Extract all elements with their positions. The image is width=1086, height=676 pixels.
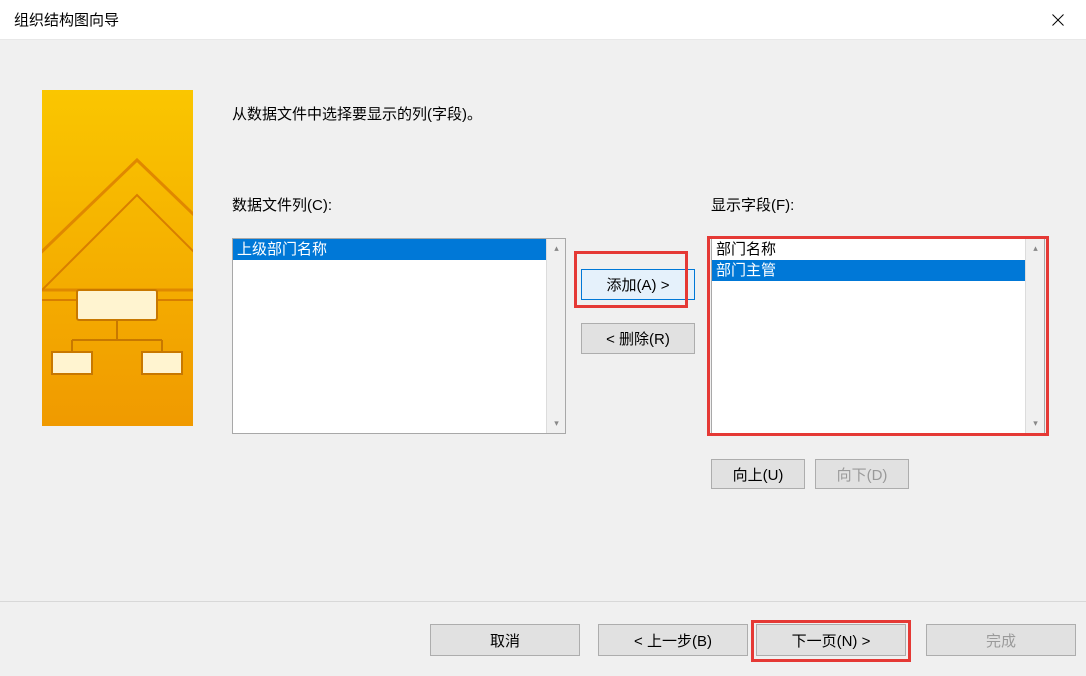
- display-fields-listbox[interactable]: 部门名称 部门主管 ▴ ▾: [711, 238, 1045, 434]
- dialog-footer: 取消 < 上一步(B) 下一页(N) > 完成: [0, 601, 1086, 676]
- list-item[interactable]: 上级部门名称: [233, 239, 565, 260]
- remove-button[interactable]: < 删除(R): [581, 323, 695, 354]
- data-columns-label: 数据文件列(C):: [232, 194, 332, 215]
- scroll-up-icon[interactable]: ▴: [547, 239, 566, 258]
- scroll-up-icon[interactable]: ▴: [1026, 239, 1045, 258]
- move-down-button[interactable]: 向下(D): [815, 459, 909, 489]
- add-button[interactable]: 添加(A) >: [581, 269, 695, 300]
- wizard-illustration: [42, 90, 193, 426]
- content-area: 从数据文件中选择要显示的列(字段)。 数据文件列(C): 显示字段(F): 上级…: [0, 40, 1086, 601]
- data-columns-listbox[interactable]: 上级部门名称 ▴ ▾: [232, 238, 566, 434]
- next-button[interactable]: 下一页(N) >: [756, 624, 906, 656]
- wizard-dialog: 组织结构图向导: [0, 0, 1086, 676]
- move-up-button[interactable]: 向上(U): [711, 459, 805, 489]
- close-button[interactable]: [1030, 0, 1086, 40]
- list-item[interactable]: 部门名称: [712, 239, 1044, 260]
- title-bar: 组织结构图向导: [0, 0, 1086, 40]
- cancel-button[interactable]: 取消: [430, 624, 580, 656]
- dialog-title: 组织结构图向导: [14, 9, 119, 30]
- scrollbar[interactable]: ▴ ▾: [1025, 239, 1044, 433]
- back-button[interactable]: < 上一步(B): [598, 624, 748, 656]
- list-item[interactable]: 部门主管: [712, 260, 1044, 281]
- scroll-down-icon[interactable]: ▾: [1026, 414, 1045, 433]
- instruction-text: 从数据文件中选择要显示的列(字段)。: [232, 103, 482, 124]
- finish-button[interactable]: 完成: [926, 624, 1076, 656]
- scroll-down-icon[interactable]: ▾: [547, 414, 566, 433]
- scrollbar[interactable]: ▴ ▾: [546, 239, 565, 433]
- close-icon: [1052, 14, 1064, 26]
- display-fields-label: 显示字段(F):: [711, 194, 794, 215]
